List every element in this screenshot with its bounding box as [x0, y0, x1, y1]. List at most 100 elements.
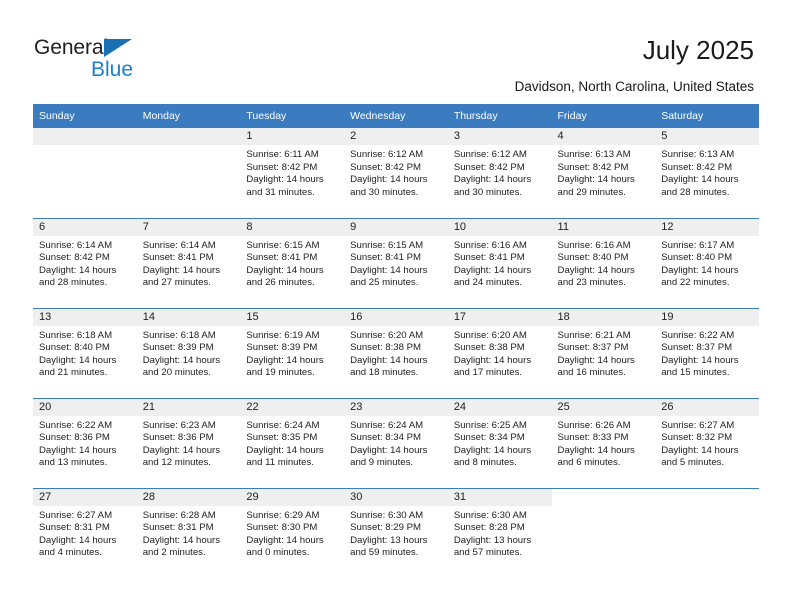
logo-triangle-icon	[104, 39, 132, 57]
day-number: 4	[551, 128, 656, 145]
calendar-day-cell[interactable]: 12 Sunrise: 6:17 AM Sunset: 8:40 PM Dayligh…	[655, 217, 759, 308]
calendar-day-cell[interactable]: 20 Sunrise: 6:22 AM Sunset: 8:36 PM Dayligh…	[33, 397, 137, 488]
daylight-text: and 19 minutes.	[246, 367, 315, 379]
calendar-empty-cell	[136, 128, 241, 218]
daylight-text: and 4 minutes.	[39, 547, 102, 559]
calendar-day-cell[interactable]: 30 Sunrise: 6:30 AM Sunset: 8:29 PM Dayligh…	[344, 487, 448, 578]
day-number: 12	[655, 218, 759, 236]
daylight-text: and 57 minutes.	[453, 547, 523, 559]
sunrise-text: Sunrise: 6:19 AM	[246, 329, 320, 341]
calendar-day-cell[interactable]: 2 Sunrise: 6:12 AM Sunset: 8:42 PM Daylight…	[344, 128, 448, 218]
daylight-text: Daylight: 14 hours	[557, 264, 635, 276]
page-title: July 2025	[642, 35, 754, 65]
calendar-day-cell[interactable]: 21 Sunrise: 6:23 AM Sunset: 8:36 PM Dayligh…	[136, 397, 241, 488]
sunrise-text: Sunrise: 6:16 AM	[557, 239, 631, 251]
sunset-text: Sunset: 8:37 PM	[661, 342, 733, 354]
calendar-day-cell[interactable]: 17 Sunrise: 6:20 AM Sunset: 8:38 PM Dayligh…	[447, 307, 552, 398]
calendar-week-row: 20 Sunrise: 6:22 AM Sunset: 8:36 PM Dayligh…	[33, 397, 759, 488]
daylight-text: Daylight: 13 hours	[350, 534, 428, 546]
day-details: Sunrise: 6:14 AM Sunset: 8:41 PM Daylight:…	[137, 236, 241, 290]
calendar-day-cell[interactable]: 28 Sunrise: 6:28 AM Sunset: 8:31 PM Dayligh…	[136, 487, 241, 578]
daylight-text: and 2 minutes.	[142, 547, 206, 559]
day-number: 19	[655, 308, 759, 326]
day-number: 24	[447, 398, 552, 416]
calendar-day-cell[interactable]: 26 Sunrise: 6:27 AM Sunset: 8:32 PM Dayligh…	[655, 397, 759, 488]
day-details	[33, 145, 137, 149]
calendar-day-cell[interactable]: 19 Sunrise: 6:22 AM Sunset: 8:37 PM Dayligh…	[655, 307, 759, 398]
daylight-text: Daylight: 14 hours	[453, 264, 532, 276]
day-details: Sunrise: 6:27 AM Sunset: 8:32 PM Daylight:…	[655, 416, 759, 470]
daylight-text: Daylight: 14 hours	[246, 354, 324, 366]
daylight-text: and 18 minutes.	[350, 367, 419, 379]
logo-text-general: General	[34, 36, 109, 59]
sunrise-text: Sunrise: 6:22 AM	[39, 419, 113, 431]
daylight-text: and 28 minutes.	[39, 277, 108, 289]
sunset-text: Sunset: 8:42 PM	[661, 161, 733, 173]
day-number: 3	[447, 128, 552, 145]
day-number: 21	[136, 398, 241, 416]
calendar-day-cell[interactable]: 31 Sunrise: 6:30 AM Sunset: 8:28 PM Dayligh…	[447, 487, 552, 578]
calendar-day-cell[interactable]: 1 Sunrise: 6:11 AM Sunset: 8:42 PM Daylight…	[240, 128, 345, 218]
calendar-day-cell[interactable]: 8 Sunrise: 6:15 AM Sunset: 8:41 PM Daylight…	[240, 217, 345, 308]
sunrise-text: Sunrise: 6:24 AM	[350, 419, 424, 431]
day-details: Sunrise: 6:15 AM Sunset: 8:41 PM Daylight:…	[344, 236, 448, 290]
calendar-day-cell[interactable]: 11 Sunrise: 6:16 AM Sunset: 8:40 PM Dayligh…	[551, 217, 656, 308]
calendar-day-cell[interactable]: 29 Sunrise: 6:29 AM Sunset: 8:30 PM Dayligh…	[240, 487, 345, 578]
calendar-day-cell[interactable]: 25 Sunrise: 6:26 AM Sunset: 8:33 PM Dayligh…	[551, 397, 656, 488]
calendar-empty-cell	[655, 487, 759, 578]
calendar-day-cell[interactable]: 13 Sunrise: 6:18 AM Sunset: 8:40 PM Dayligh…	[33, 307, 137, 398]
calendar-day-cell[interactable]: 5 Sunrise: 6:13 AM Sunset: 8:42 PM Daylight…	[655, 128, 759, 218]
sunset-text: Sunset: 8:31 PM	[142, 522, 214, 534]
sunset-text: Sunset: 8:33 PM	[557, 432, 629, 444]
calendar-day-cell[interactable]: 6 Sunrise: 6:14 AM Sunset: 8:42 PM Daylight…	[33, 217, 137, 308]
daylight-text: Daylight: 14 hours	[557, 444, 635, 456]
day-number	[136, 128, 241, 145]
daylight-text: and 29 minutes.	[557, 186, 626, 198]
day-details: Sunrise: 6:25 AM Sunset: 8:34 PM Daylight:…	[448, 416, 552, 470]
daylight-text: Daylight: 14 hours	[246, 174, 324, 186]
day-details: Sunrise: 6:30 AM Sunset: 8:28 PM Daylight:…	[448, 506, 552, 560]
day-details: Sunrise: 6:13 AM Sunset: 8:42 PM Daylight:…	[552, 145, 656, 199]
calendar-day-cell[interactable]: 15 Sunrise: 6:19 AM Sunset: 8:39 PM Dayligh…	[240, 307, 345, 398]
calendar-day-cell[interactable]: 16 Sunrise: 6:20 AM Sunset: 8:38 PM Dayligh…	[344, 307, 448, 398]
daylight-text: and 23 minutes.	[557, 277, 626, 289]
daylight-text: Daylight: 14 hours	[661, 174, 739, 186]
calendar-week-row: 1 Sunrise: 6:11 AM Sunset: 8:42 PM Daylight…	[33, 128, 759, 218]
day-number: 26	[655, 398, 759, 416]
sunset-text: Sunset: 8:36 PM	[39, 432, 110, 444]
sunset-text: Sunset: 8:32 PM	[661, 432, 733, 444]
day-details: Sunrise: 6:18 AM Sunset: 8:40 PM Daylight:…	[33, 326, 137, 380]
sunset-text: Sunset: 8:42 PM	[39, 252, 110, 264]
day-details: Sunrise: 6:22 AM Sunset: 8:36 PM Daylight:…	[33, 416, 137, 470]
sunset-text: Sunset: 8:38 PM	[350, 342, 422, 354]
calendar-day-cell[interactable]: 18 Sunrise: 6:21 AM Sunset: 8:37 PM Dayligh…	[551, 307, 656, 398]
day-number: 15	[240, 308, 345, 326]
sunset-text: Sunset: 8:37 PM	[557, 342, 629, 354]
calendar-day-cell[interactable]: 14 Sunrise: 6:18 AM Sunset: 8:39 PM Dayligh…	[136, 307, 241, 398]
calendar-day-cell[interactable]: 4 Sunrise: 6:13 AM Sunset: 8:42 PM Daylight…	[551, 128, 656, 218]
weekday-header-friday: Friday	[551, 104, 656, 128]
calendar-day-cell[interactable]: 9 Sunrise: 6:15 AM Sunset: 8:41 PM Daylight…	[344, 217, 448, 308]
calendar-day-cell[interactable]: 24 Sunrise: 6:25 AM Sunset: 8:34 PM Dayligh…	[447, 397, 552, 488]
calendar-day-cell[interactable]: 22 Sunrise: 6:24 AM Sunset: 8:35 PM Dayligh…	[240, 397, 345, 488]
day-number: 23	[344, 398, 448, 416]
daylight-text: Daylight: 14 hours	[246, 264, 324, 276]
daylight-text: Daylight: 14 hours	[246, 444, 324, 456]
daylight-text: and 20 minutes.	[142, 367, 211, 379]
sunset-text: Sunset: 8:39 PM	[142, 342, 214, 354]
logo-text-blue: Blue	[91, 58, 134, 81]
calendar-day-cell[interactable]: 7 Sunrise: 6:14 AM Sunset: 8:41 PM Daylight…	[136, 217, 241, 308]
sunset-text: Sunset: 8:42 PM	[246, 161, 318, 173]
daylight-text: and 8 minutes.	[453, 457, 517, 469]
calendar-day-cell[interactable]: 10 Sunrise: 6:16 AM Sunset: 8:41 PM Dayligh…	[447, 217, 552, 308]
calendar-day-cell[interactable]: 27 Sunrise: 6:27 AM Sunset: 8:31 PM Dayligh…	[33, 487, 137, 578]
sunset-text: Sunset: 8:40 PM	[39, 342, 110, 354]
sunset-text: Sunset: 8:29 PM	[350, 522, 422, 534]
calendar-day-cell[interactable]: 3 Sunrise: 6:12 AM Sunset: 8:42 PM Daylight…	[447, 128, 552, 218]
day-number: 9	[344, 218, 448, 236]
day-details: Sunrise: 6:28 AM Sunset: 8:31 PM Daylight:…	[137, 506, 241, 560]
calendar-empty-cell	[33, 128, 137, 218]
daylight-text: Daylight: 14 hours	[39, 354, 117, 366]
daylight-text: Daylight: 14 hours	[350, 174, 428, 186]
calendar-day-cell[interactable]: 23 Sunrise: 6:24 AM Sunset: 8:34 PM Dayligh…	[344, 397, 448, 488]
